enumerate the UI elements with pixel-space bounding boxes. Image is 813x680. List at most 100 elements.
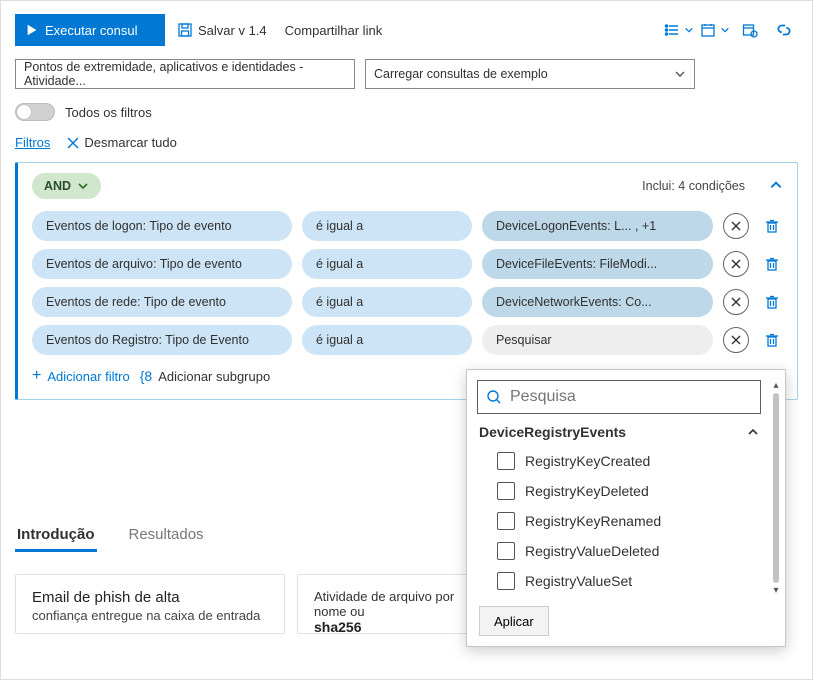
subgroup-icon: {8 <box>140 368 152 384</box>
search-icon <box>486 389 502 405</box>
condition-operator-pill[interactable]: é igual a <box>302 211 472 241</box>
save-icon <box>177 22 193 38</box>
toggle-label: Todos os filtros <box>65 105 152 120</box>
conditions-count: Inclui: 4 condições <box>642 179 745 193</box>
chevron-up-icon <box>769 178 783 192</box>
filters-row: Filtros Desmarcar tudo <box>15 135 798 150</box>
group-label: DeviceRegistryEvents <box>479 424 626 440</box>
clear-value-button[interactable] <box>723 213 749 239</box>
all-filters-toggle[interactable] <box>15 103 55 121</box>
calendar-icon <box>700 22 716 38</box>
clear-value-button[interactable] <box>723 289 749 315</box>
list-icon <box>664 22 680 38</box>
chevron-down-icon <box>77 180 89 192</box>
scroll-thumb[interactable] <box>773 393 779 583</box>
condition-value-pill[interactable]: DeviceNetworkEvents: Co... <box>482 287 713 317</box>
scope-label: Pontos de extremidade, aplicativos e ide… <box>24 60 346 88</box>
schedule-button[interactable] <box>736 16 764 44</box>
close-icon <box>730 334 742 346</box>
condition-field-pill[interactable]: Eventos de logon: Tipo de evento <box>32 211 292 241</box>
date-range-menu[interactable] <box>700 22 730 38</box>
close-icon <box>730 296 742 308</box>
condition-field-pill[interactable]: Eventos do Registro: Tipo de Evento <box>32 325 292 355</box>
add-subgroup-button[interactable]: {8 Adicionar subgrupo <box>140 368 271 384</box>
search-input[interactable] <box>508 387 752 407</box>
delete-condition-button[interactable] <box>761 218 783 234</box>
chevron-down-icon <box>674 68 686 80</box>
option-item[interactable]: RegistryValueSet <box>497 566 777 596</box>
chevron-down-icon <box>720 25 730 35</box>
condition-operator-pill[interactable]: é igual a <box>302 287 472 317</box>
apply-button[interactable]: Aplicar <box>479 606 549 636</box>
trash-icon <box>764 256 780 272</box>
samples-select[interactable]: Carregar consultas de exemplo <box>365 59 695 89</box>
card-title: Atividade de arquivo por nome ou <box>314 589 480 619</box>
list-view-menu[interactable] <box>664 22 694 38</box>
checkbox[interactable] <box>497 542 515 560</box>
add-filter-label: Adicionar filtro <box>47 369 129 384</box>
add-subgroup-label: Adicionar subgrupo <box>158 369 270 384</box>
collapse-button[interactable] <box>769 178 783 195</box>
checkbox[interactable] <box>497 572 515 590</box>
card-sub: confiança entregue na caixa de entrada <box>32 608 268 623</box>
tab-results[interactable]: Resultados <box>127 520 206 552</box>
save-button[interactable]: Salvar v 1.4 <box>171 18 273 42</box>
plus-icon: + <box>32 367 41 385</box>
condition-value-pill[interactable]: DeviceFileEvents: FileModi... <box>482 249 713 279</box>
clear-value-button[interactable] <box>723 327 749 353</box>
delete-condition-button[interactable] <box>761 332 783 348</box>
value-text: DeviceLogonEvents: L... , +1 <box>496 219 656 233</box>
filter-builder-panel: AND Inclui: 4 condições Eventos de logon… <box>15 162 798 400</box>
option-item[interactable]: RegistryKeyCreated <box>497 446 777 476</box>
option-group-header[interactable]: DeviceRegistryEvents <box>479 424 777 440</box>
run-query-button[interactable]: Executar consul <box>15 14 165 46</box>
condition-operator-pill[interactable]: é igual a <box>302 325 472 355</box>
link-icon <box>775 21 793 39</box>
condition-value-pill[interactable]: Pesquisar <box>482 325 713 355</box>
delete-condition-button[interactable] <box>761 256 783 272</box>
all-filters-toggle-row: Todos os filtros <box>15 103 798 121</box>
option-label: RegistryValueSet <box>525 573 632 589</box>
share-link-button[interactable]: Compartilhar link <box>279 19 389 42</box>
run-label: Executar consul <box>45 23 138 38</box>
clear-value-button[interactable] <box>723 251 749 277</box>
scroll-up-icon: ▴ <box>773 380 778 391</box>
condition-operator-pill[interactable]: é igual a <box>302 249 472 279</box>
play-icon <box>25 23 39 37</box>
value-text: Pesquisar <box>496 333 552 347</box>
samples-label: Carregar consultas de exemplo <box>374 67 548 81</box>
condition-field-pill[interactable]: Eventos de rede: Tipo de evento <box>32 287 292 317</box>
option-label: RegistryKeyDeleted <box>525 483 649 499</box>
option-item[interactable]: RegistryKeyRenamed <box>497 506 777 536</box>
scope-row: Pontos de extremidade, aplicativos e ide… <box>15 59 798 89</box>
add-filter-button[interactable]: + Adicionar filtro <box>32 367 130 385</box>
delete-condition-button[interactable] <box>761 294 783 310</box>
tab-intro[interactable]: Introdução <box>15 520 97 552</box>
condition-field-pill[interactable]: Eventos de arquivo: Tipo de evento <box>32 249 292 279</box>
condition-value-pill[interactable]: DeviceLogonEvents: L... , +1 <box>482 211 713 241</box>
chevron-down-icon <box>684 25 694 35</box>
popover-search[interactable] <box>477 380 761 414</box>
option-item[interactable]: RegistryKeyDeleted <box>497 476 777 506</box>
scroll-down-icon: ▾ <box>773 585 778 596</box>
close-icon <box>730 258 742 270</box>
scope-select[interactable]: Pontos de extremidade, aplicativos e ide… <box>15 59 355 89</box>
option-item[interactable]: RegistryValueDeleted <box>497 536 777 566</box>
checkbox[interactable] <box>497 512 515 530</box>
and-label: AND <box>44 179 71 193</box>
trash-icon <box>764 294 780 310</box>
sample-card[interactable]: Email de phish de alta confiança entregu… <box>15 574 285 634</box>
link-button[interactable] <box>770 16 798 44</box>
trash-icon <box>764 218 780 234</box>
card-sub: sha256 <box>314 619 480 635</box>
save-label: Salvar v 1.4 <box>198 23 267 38</box>
checkbox[interactable] <box>497 482 515 500</box>
logic-operator-pill[interactable]: AND <box>32 173 101 199</box>
close-icon <box>66 136 80 150</box>
checkbox[interactable] <box>497 452 515 470</box>
popover-scrollbar[interactable]: ▴ ▾ <box>770 380 782 596</box>
filters-link[interactable]: Filtros <box>15 135 50 150</box>
clear-all-button[interactable]: Desmarcar tudo <box>66 135 176 150</box>
card-title: Email de phish de alta <box>32 589 268 606</box>
trash-icon <box>764 332 780 348</box>
